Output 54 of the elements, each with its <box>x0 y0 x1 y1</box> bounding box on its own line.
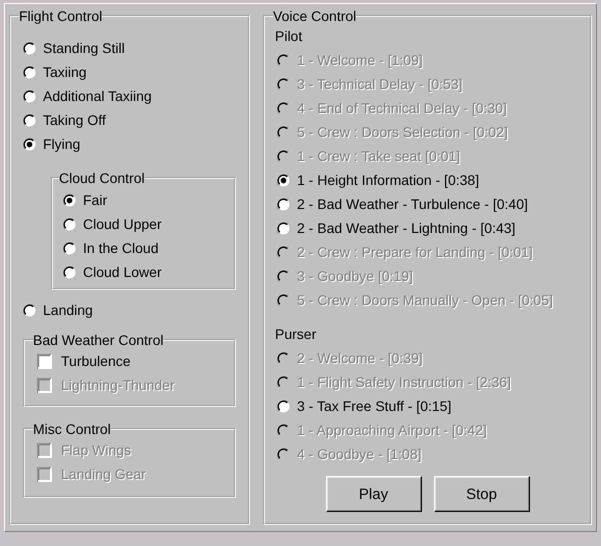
radio-button[interactable] <box>23 114 36 126</box>
radio-button[interactable] <box>23 304 36 316</box>
radio-button[interactable] <box>277 174 290 186</box>
radio-button[interactable] <box>277 198 290 210</box>
radio-button[interactable] <box>277 222 290 234</box>
option-label: Taking Off <box>43 112 106 128</box>
option-label: 1 - Crew : Take seat [0:01] <box>297 148 460 164</box>
option-label: 1 - Flight Safety Instruction - [2:36] <box>297 374 511 390</box>
option-label: 2 - Bad Weather - Turbulence - [0:40] <box>297 196 528 212</box>
option-label: 1 - Height Information - [0:38] <box>297 172 480 188</box>
option-label: Landing <box>43 302 93 318</box>
option-label: 3 - Technical Delay - [0:53] <box>297 76 462 92</box>
radio-button[interactable] <box>23 66 36 78</box>
section-heading: Pilot <box>275 27 304 46</box>
stop-button[interactable]: Stop <box>434 476 530 512</box>
radio-button[interactable] <box>63 266 76 278</box>
option-label: Flying <box>43 136 80 152</box>
group-title: Bad Weather Control <box>33 332 164 348</box>
group-title: Cloud Control <box>59 170 145 186</box>
option-label: 2 - Crew : Prepare for Landing - [0:01] <box>297 244 533 260</box>
option-label: Taxiing <box>43 64 87 80</box>
play-button[interactable]: Play <box>326 476 422 512</box>
option-label: Additional Taxiing <box>43 88 152 104</box>
radio-button[interactable] <box>23 42 36 54</box>
group-title: Misc Control <box>33 421 111 437</box>
option-label: Standing Still <box>43 40 125 56</box>
option-label: Cloud Lower <box>83 264 162 280</box>
option-label: 4 - End of Technical Delay - [0:30] <box>297 100 507 116</box>
option-label: 1 - Welcome - [1:09] <box>297 52 423 68</box>
group-title: Voice Control <box>273 8 356 24</box>
radio-button[interactable] <box>63 242 76 254</box>
radio-button[interactable] <box>23 90 36 102</box>
option-label: 3 - Goodbye [0:19] <box>297 268 413 284</box>
option-label: Flap Wings <box>61 442 132 458</box>
option-label: 3 - Tax Free Stuff - [0:15] <box>297 398 452 414</box>
radio-button[interactable] <box>23 138 36 150</box>
section-heading: Purser <box>275 325 318 344</box>
radio-button[interactable] <box>277 400 290 412</box>
option-label: 5 - Crew : Doors Manually - Open - [0:05] <box>297 292 553 308</box>
group-title: Flight Control <box>19 8 102 24</box>
option-label: 5 - Crew : Doors Selection - [0:02] <box>297 124 508 140</box>
option-label: 2 - Welcome - [0:39] <box>297 350 423 366</box>
radio-button[interactable] <box>63 194 76 206</box>
option-label: Turbulence <box>61 352 131 370</box>
option-label: 2 - Bad Weather - Lightning - [0:43] <box>297 220 516 236</box>
radio-button[interactable] <box>63 218 76 230</box>
option-label: In the Cloud <box>83 240 158 256</box>
option-label: Lightning-Thunder <box>61 376 175 394</box>
option-label: Fair <box>83 192 108 208</box>
option-label: Landing Gear <box>61 466 146 482</box>
option-label: 4 - Goodbye - [1:08] <box>297 446 422 462</box>
checkbox[interactable] <box>37 354 52 368</box>
option-label: Cloud Upper <box>83 216 162 232</box>
option-label: 1 - Approaching Airport - [0:42] <box>297 422 487 438</box>
